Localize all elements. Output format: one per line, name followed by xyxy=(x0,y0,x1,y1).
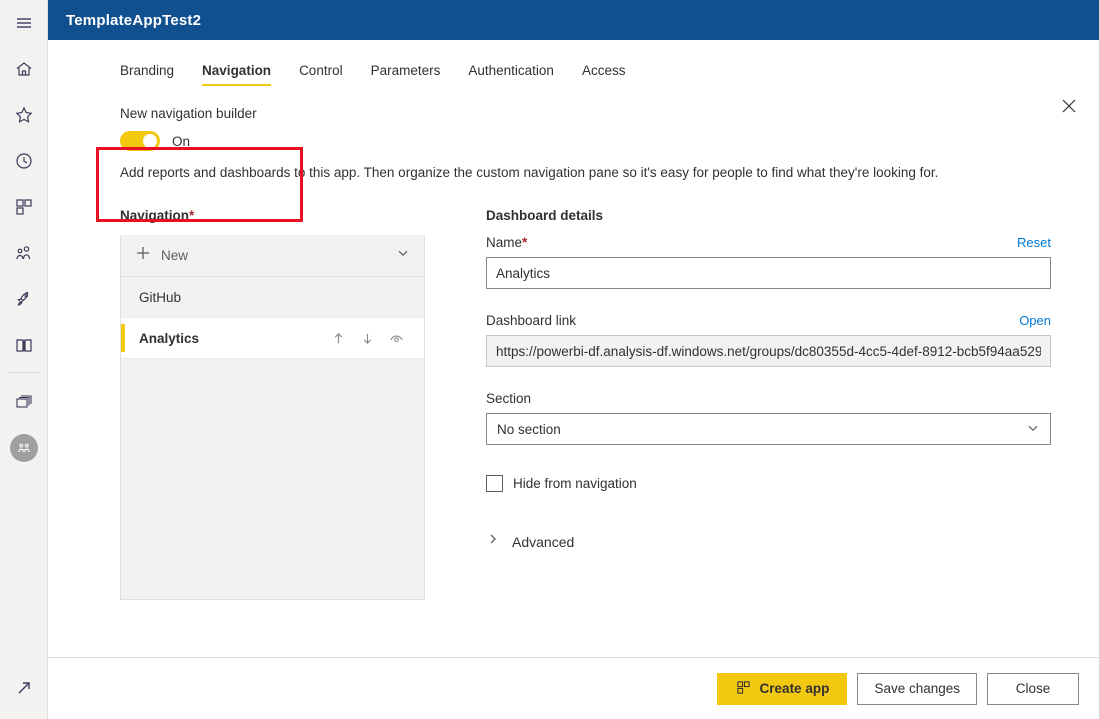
advanced-label: Advanced xyxy=(512,534,574,550)
hide-from-navigation-row[interactable]: Hide from navigation xyxy=(486,475,1051,492)
current-workspace-avatar[interactable] xyxy=(0,425,48,471)
dialog-footer: Create app Save changes Close xyxy=(48,657,1099,719)
new-navigation-builder-label: New navigation builder xyxy=(120,106,1099,121)
dialog-titlebar: TemplateAppTest2 xyxy=(48,0,1099,40)
section-field-block: Section No section xyxy=(486,391,1051,445)
section-selected-value: No section xyxy=(497,422,561,437)
list-item[interactable]: Analytics xyxy=(121,318,424,359)
save-changes-button[interactable]: Save changes xyxy=(857,673,977,705)
hamburger-menu-icon[interactable] xyxy=(0,0,48,46)
page-title: TemplateAppTest2 xyxy=(66,12,201,29)
dashboard-link-field-block: Dashboard link Open xyxy=(486,313,1051,367)
navigation-list: New GitHub Analytics xyxy=(120,235,425,600)
dashboard-details-column: Dashboard details Name* Reset Dashboard xyxy=(450,208,1099,600)
section-select[interactable]: No section xyxy=(486,413,1051,445)
navigation-content: Navigation* New xyxy=(48,180,1099,600)
rail-bottom xyxy=(0,665,48,711)
dialog-body: Branding Navigation Control Parameters A… xyxy=(48,40,1099,657)
list-item[interactable]: GitHub xyxy=(121,277,424,318)
name-required-marker: * xyxy=(522,235,527,250)
navigation-column: Navigation* New xyxy=(120,208,450,600)
hide-eye-icon[interactable] xyxy=(389,331,404,346)
open-link[interactable]: Open xyxy=(1019,313,1051,328)
new-item-left: New xyxy=(135,245,188,266)
hide-from-navigation-checkbox[interactable] xyxy=(486,475,503,492)
name-label: Name* xyxy=(486,235,527,250)
chevron-down-icon xyxy=(1026,421,1040,438)
tab-control[interactable]: Control xyxy=(285,63,357,86)
workspaces-icon[interactable] xyxy=(0,379,48,425)
navigation-heading: Navigation* xyxy=(120,208,450,223)
name-label-row: Name* Reset xyxy=(486,235,1051,250)
star-icon[interactable] xyxy=(0,92,48,138)
tab-authentication[interactable]: Authentication xyxy=(454,63,568,86)
create-app-label: Create app xyxy=(760,681,830,696)
left-nav-rail xyxy=(0,0,48,719)
required-marker: * xyxy=(189,208,194,223)
tab-bar: Branding Navigation Control Parameters A… xyxy=(48,40,1099,86)
toggle-knob xyxy=(143,134,157,148)
new-navigation-builder-toggle[interactable] xyxy=(120,131,160,151)
chevron-right-icon xyxy=(486,532,500,551)
hide-from-navigation-label: Hide from navigation xyxy=(513,476,637,491)
avatar xyxy=(10,434,38,462)
new-item-label: New xyxy=(161,248,188,263)
navigation-heading-text: Navigation xyxy=(120,208,189,223)
section-label-row: Section xyxy=(486,391,1051,406)
nav-item-label: Analytics xyxy=(139,331,199,346)
nav-item-label: GitHub xyxy=(139,290,181,305)
home-icon[interactable] xyxy=(0,46,48,92)
book-icon[interactable] xyxy=(0,322,48,368)
close-button[interactable]: Close xyxy=(987,673,1079,705)
clock-icon[interactable] xyxy=(0,138,48,184)
tab-navigation[interactable]: Navigation xyxy=(188,63,285,86)
advanced-toggle[interactable]: Advanced xyxy=(486,532,1051,551)
plus-icon xyxy=(135,245,151,266)
app-root: TemplateAppTest2 Branding Navigation Con… xyxy=(0,0,1100,719)
dashboard-link-label: Dashboard link xyxy=(486,313,576,328)
navigation-description: Add reports and dashboards to this app. … xyxy=(48,151,1099,180)
create-app-button[interactable]: Create app xyxy=(717,673,847,705)
rail-divider xyxy=(8,372,40,373)
name-field-block: Name* Reset xyxy=(486,235,1051,289)
app-settings-dialog: TemplateAppTest2 Branding Navigation Con… xyxy=(48,0,1100,719)
dashboard-link-label-row: Dashboard link Open xyxy=(486,313,1051,328)
tab-branding[interactable]: Branding xyxy=(120,63,188,86)
new-navigation-builder-row: On xyxy=(120,131,1099,151)
name-label-text: Name xyxy=(486,235,522,250)
expand-arrow-icon[interactable] xyxy=(0,665,48,711)
shared-people-icon[interactable] xyxy=(0,230,48,276)
rocket-icon[interactable] xyxy=(0,276,48,322)
name-input[interactable] xyxy=(486,257,1051,289)
nav-item-actions xyxy=(331,331,410,346)
tab-parameters[interactable]: Parameters xyxy=(357,63,455,86)
new-navigation-builder-section: New navigation builder On xyxy=(48,86,1099,151)
dashboard-details-heading: Dashboard details xyxy=(486,208,1051,223)
new-item-button[interactable]: New xyxy=(121,235,424,277)
move-down-icon[interactable] xyxy=(360,331,375,346)
apps-grid-icon[interactable] xyxy=(0,184,48,230)
section-label: Section xyxy=(486,391,531,406)
chevron-down-icon[interactable] xyxy=(396,246,410,265)
toggle-state-label: On xyxy=(172,134,190,149)
close-icon[interactable] xyxy=(1053,90,1085,122)
move-up-icon[interactable] xyxy=(331,331,346,346)
tab-access[interactable]: Access xyxy=(568,63,640,86)
dashboard-link-input[interactable] xyxy=(486,335,1051,367)
reset-link[interactable]: Reset xyxy=(1017,235,1051,250)
apps-grid-icon xyxy=(736,680,751,698)
